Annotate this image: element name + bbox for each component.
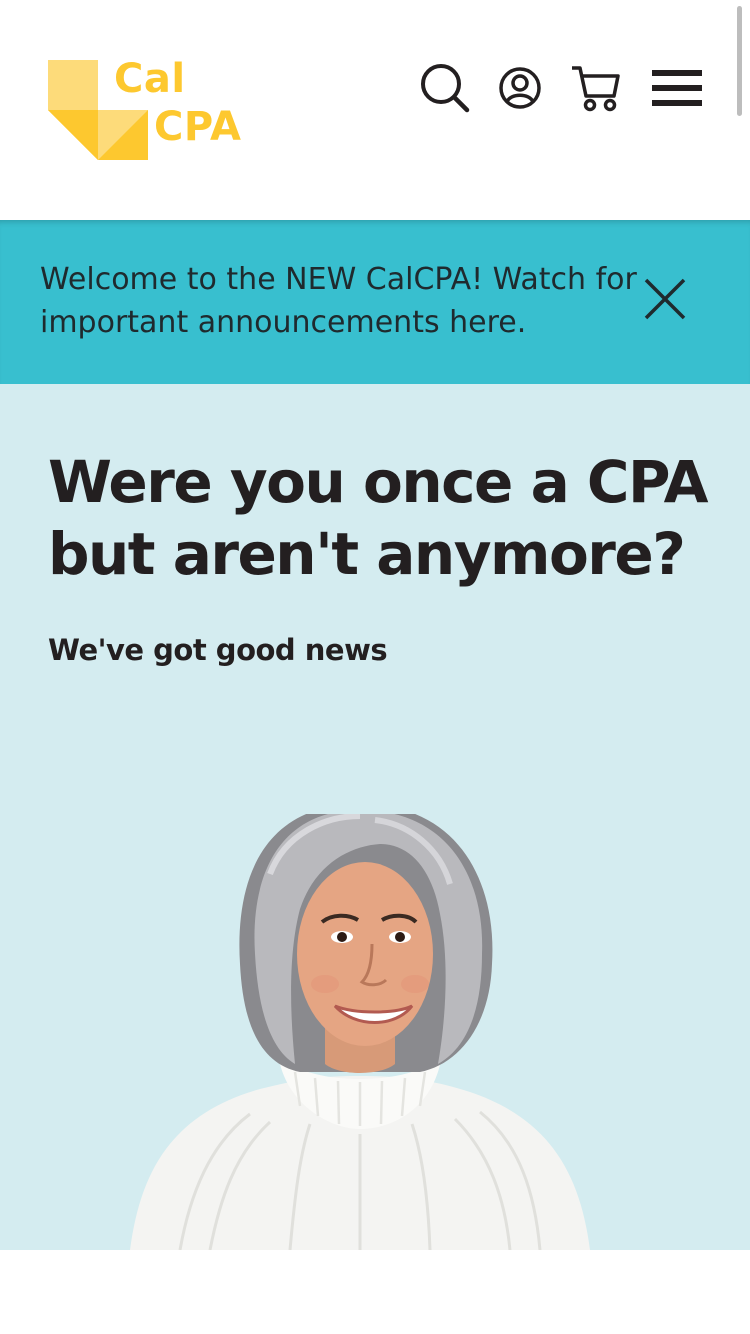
announcement-text: Welcome to the NEW CalCPA! Watch for imp… [40, 262, 637, 340]
page: Cal CPA Welcome to the NEW CalCPA! Watch… [0, 0, 750, 1334]
cart-icon[interactable] [568, 60, 624, 116]
logo-text-cal: Cal [114, 56, 186, 102]
hero-person-image [110, 814, 610, 1250]
hero-subtitle: We've got good news [48, 633, 388, 667]
calcpa-logo[interactable]: Cal CPA [48, 56, 258, 162]
close-icon[interactable] [638, 272, 692, 326]
scrollbar-thumb[interactable] [737, 6, 742, 116]
hero-title: Were you once a CPA but aren't anymore? [48, 448, 709, 588]
account-icon[interactable] [492, 60, 548, 116]
menu-icon[interactable] [650, 60, 706, 116]
hero-section: Were you once a CPA but aren't anymore? … [0, 384, 750, 1250]
search-icon[interactable] [417, 60, 473, 116]
site-header: Cal CPA [0, 0, 750, 220]
page-bottom-area [0, 1250, 750, 1334]
logo-text-cpa: CPA [154, 104, 242, 150]
